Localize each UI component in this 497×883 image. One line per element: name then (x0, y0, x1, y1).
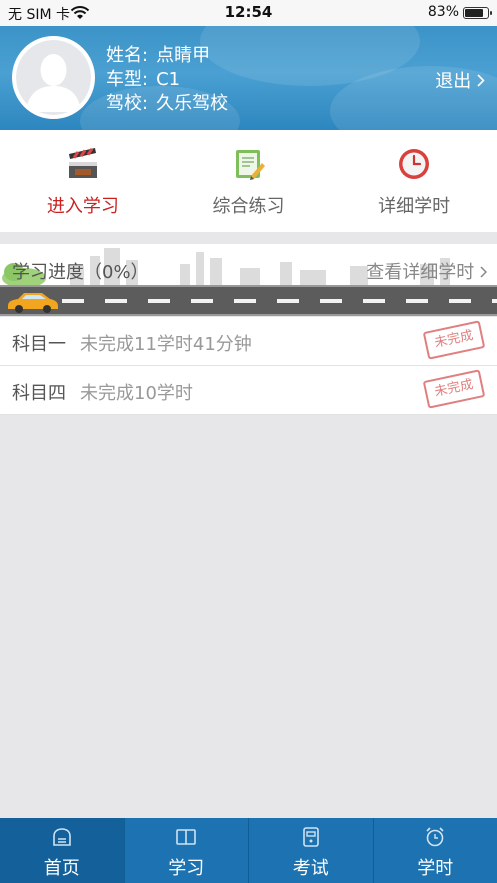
road-track (0, 285, 497, 316)
avatar[interactable] (12, 36, 95, 119)
car-type-value: C1 (156, 69, 181, 90)
menu-start-learning[interactable]: 进入学习 (0, 130, 166, 232)
student-name: 点睛甲 (156, 45, 211, 66)
subject-name: 科目一 (12, 334, 66, 355)
subject-name: 科目四 (12, 383, 66, 404)
tab-learning[interactable]: 学习 (123, 818, 249, 883)
tab-study-hours[interactable]: 学时 (372, 818, 497, 883)
view-detailed-hours-link[interactable]: 查看详细学时 (366, 258, 488, 284)
menu-label: 详细学时 (378, 196, 451, 217)
tab-label: 学时 (417, 858, 454, 879)
subject-status: 未完成11学时41分钟 (80, 334, 252, 355)
exam-icon (300, 826, 322, 848)
school-value: 久乐驾校 (156, 93, 229, 114)
bottom-tab-bar: 首页 学习 考试 学时 (0, 818, 497, 883)
document-pen-icon (231, 146, 267, 182)
menu-label: 进入学习 (46, 196, 119, 217)
school-row: 驾校: 久乐驾校 (106, 89, 228, 115)
name-row: 姓名: 点睛甲 (106, 41, 210, 67)
road-dash (363, 299, 385, 303)
road-dash (277, 299, 299, 303)
status-bar: 无 SIM 卡 12:54 83% (0, 0, 497, 26)
menu-study-hours[interactable]: 详细学时 (331, 130, 497, 232)
book-icon (175, 826, 197, 848)
menu-practice[interactable]: 综合练习 (166, 130, 332, 232)
alarm-clock-icon (424, 826, 446, 848)
link-label: 查看详细学时 (366, 262, 475, 283)
school-key: 驾校: (106, 93, 149, 114)
chevron-right-icon (480, 262, 488, 283)
feature-menu: 进入学习 综合练习 详细学时 (0, 130, 497, 232)
road-dash (449, 299, 471, 303)
tab-label: 首页 (43, 858, 80, 879)
road-dash (191, 299, 213, 303)
learning-progress-banner[interactable]: 学习进度（0%） 查看详细学时 (0, 244, 497, 316)
battery-icon (463, 7, 492, 19)
subject-status: 未完成10学时 (80, 383, 193, 404)
tab-label: 考试 (292, 858, 329, 879)
tab-label: 学习 (168, 858, 205, 879)
tab-home[interactable]: 首页 (0, 818, 124, 883)
home-icon (51, 826, 73, 848)
name-key: 姓名: (106, 45, 149, 66)
tab-exam[interactable]: 考试 (248, 818, 373, 883)
logout-label: 退出 (435, 71, 472, 92)
clock-time: 12:54 (224, 3, 273, 21)
road-dash (492, 299, 497, 303)
subjects-list: 科目一 未完成11学时41分钟 未完成 科目四 未完成10学时 未完成 (0, 317, 497, 415)
car-type-key: 车型: (106, 69, 149, 90)
clapperboard-icon (65, 146, 101, 182)
incomplete-stamp: 未完成 (422, 369, 486, 409)
car-type-row: 车型: C1 (106, 65, 180, 91)
incomplete-stamp: 未完成 (422, 320, 486, 360)
car-icon (8, 293, 58, 313)
road-dash (148, 299, 170, 303)
clock-icon (396, 146, 432, 182)
road-dash (406, 299, 428, 303)
list-item[interactable]: 科目四 未完成10学时 未完成 (0, 366, 497, 415)
road-dash (320, 299, 342, 303)
logout-button[interactable]: 退出 (435, 67, 485, 93)
battery-percentage: 83% (427, 4, 459, 20)
menu-label: 综合练习 (212, 196, 285, 217)
progress-title: 学习进度（0%） (12, 262, 149, 283)
chevron-right-icon (477, 71, 485, 92)
road-dash (234, 299, 256, 303)
list-item[interactable]: 科目一 未完成11学时41分钟 未完成 (0, 317, 497, 366)
road-dash (105, 299, 127, 303)
profile-header: 姓名: 点睛甲 车型: C1 驾校: 久乐驾校 退出 (0, 26, 497, 130)
road-dash (62, 299, 84, 303)
